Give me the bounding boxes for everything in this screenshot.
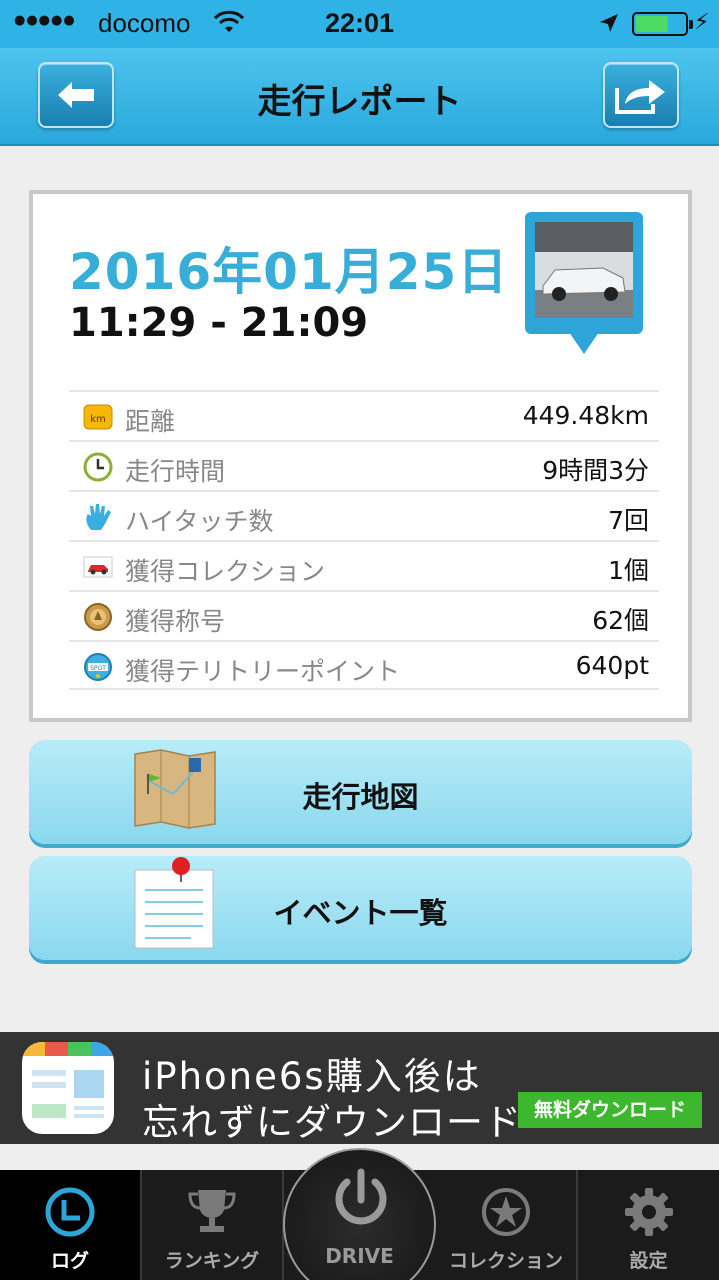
tab-label: 設定: [629, 1250, 668, 1272]
drive-label: DRIVE: [325, 1244, 394, 1268]
clock-icon: [83, 452, 113, 482]
event-list-label: イベント一覧: [273, 896, 448, 930]
km-icon: km: [83, 402, 113, 432]
drive-button[interactable]: DRIVE: [283, 1148, 436, 1280]
stat-label: 距離: [125, 407, 176, 436]
report-time-range: 11:29 - 21:09: [69, 300, 369, 346]
share-button[interactable]: [603, 62, 679, 128]
stat-row-hi-touch: ハイタッチ数 7回: [69, 490, 659, 540]
stat-label: 獲得称号: [125, 607, 226, 636]
hi-touch-icon: [83, 502, 113, 532]
power-icon: [331, 1168, 391, 1236]
tab-log[interactable]: ログ: [0, 1170, 142, 1280]
stat-row-titles: 獲得称号 62個: [69, 590, 659, 640]
stat-value: 449.48km: [522, 401, 649, 430]
stat-label: 走行時間: [125, 457, 226, 486]
battery-icon: [632, 12, 693, 36]
stat-label: ハイタッチ数: [125, 507, 274, 536]
car-photo-pin[interactable]: [525, 212, 643, 356]
svg-text:km: km: [90, 414, 106, 425]
event-list-button[interactable]: イベント一覧: [29, 856, 692, 960]
stat-value: 1個: [608, 556, 649, 585]
ad-banner[interactable]: iPhone6s購入後は 忘れずにダウンロード 無料ダウンロード: [0, 1032, 719, 1144]
stat-row-territory: SPOT 獲得テリトリーポイント 640pt: [69, 640, 659, 690]
svg-text:SPOT: SPOT: [90, 665, 106, 672]
stat-row-distance: km 距離 449.48km: [69, 390, 659, 440]
tab-settings[interactable]: 設定: [578, 1170, 719, 1280]
location-arrow-icon: [598, 12, 620, 38]
stat-label: 獲得テリトリーポイント: [125, 657, 401, 686]
nav-bar: 走行レポート: [0, 48, 719, 146]
share-icon: [615, 80, 665, 114]
stat-value: 640pt: [575, 651, 649, 680]
stat-row-collection: 獲得コレクション 1個: [69, 540, 659, 590]
star-badge-icon: [480, 1186, 532, 1242]
tab-label: ログ: [50, 1250, 89, 1272]
app-icon: [22, 1042, 114, 1134]
tab-ranking[interactable]: ランキング: [142, 1170, 284, 1280]
charging-icon: ⚡: [694, 10, 710, 35]
status-bar: ●●●●● docomo 22:01 ⚡: [0, 0, 719, 48]
car-collection-icon: [83, 552, 113, 582]
medal-icon: [83, 602, 113, 632]
drive-map-label: 走行地図: [302, 780, 419, 814]
stat-value: 62個: [592, 606, 649, 635]
report-card: 2016年01月25日 11:29 - 21:09 km 距離 449.48km…: [29, 190, 692, 722]
ad-subline: 忘れずにダウンロード: [142, 1101, 522, 1144]
clock-icon: [44, 1186, 96, 1242]
stat-value: 7回: [608, 506, 649, 535]
tab-label: コレクション: [448, 1250, 563, 1272]
stat-label: 獲得コレクション: [125, 557, 326, 586]
gear-icon: [623, 1186, 675, 1242]
tab-collection[interactable]: コレクション: [436, 1170, 578, 1280]
stats-list: km 距離 449.48km 走行時間 9時間3分 ハイタッチ数 7回 獲得コレ…: [69, 390, 659, 690]
report-date: 2016年01月25日: [69, 243, 509, 301]
tab-label: ランキング: [164, 1250, 260, 1272]
trophy-icon: [186, 1186, 238, 1242]
drive-map-button[interactable]: 走行地図: [29, 740, 692, 844]
spot-icon: SPOT: [83, 652, 113, 682]
stat-row-drive-time: 走行時間 9時間3分: [69, 440, 659, 490]
stat-value: 9時間3分: [542, 456, 649, 485]
ad-download-button[interactable]: 無料ダウンロード: [518, 1092, 702, 1128]
